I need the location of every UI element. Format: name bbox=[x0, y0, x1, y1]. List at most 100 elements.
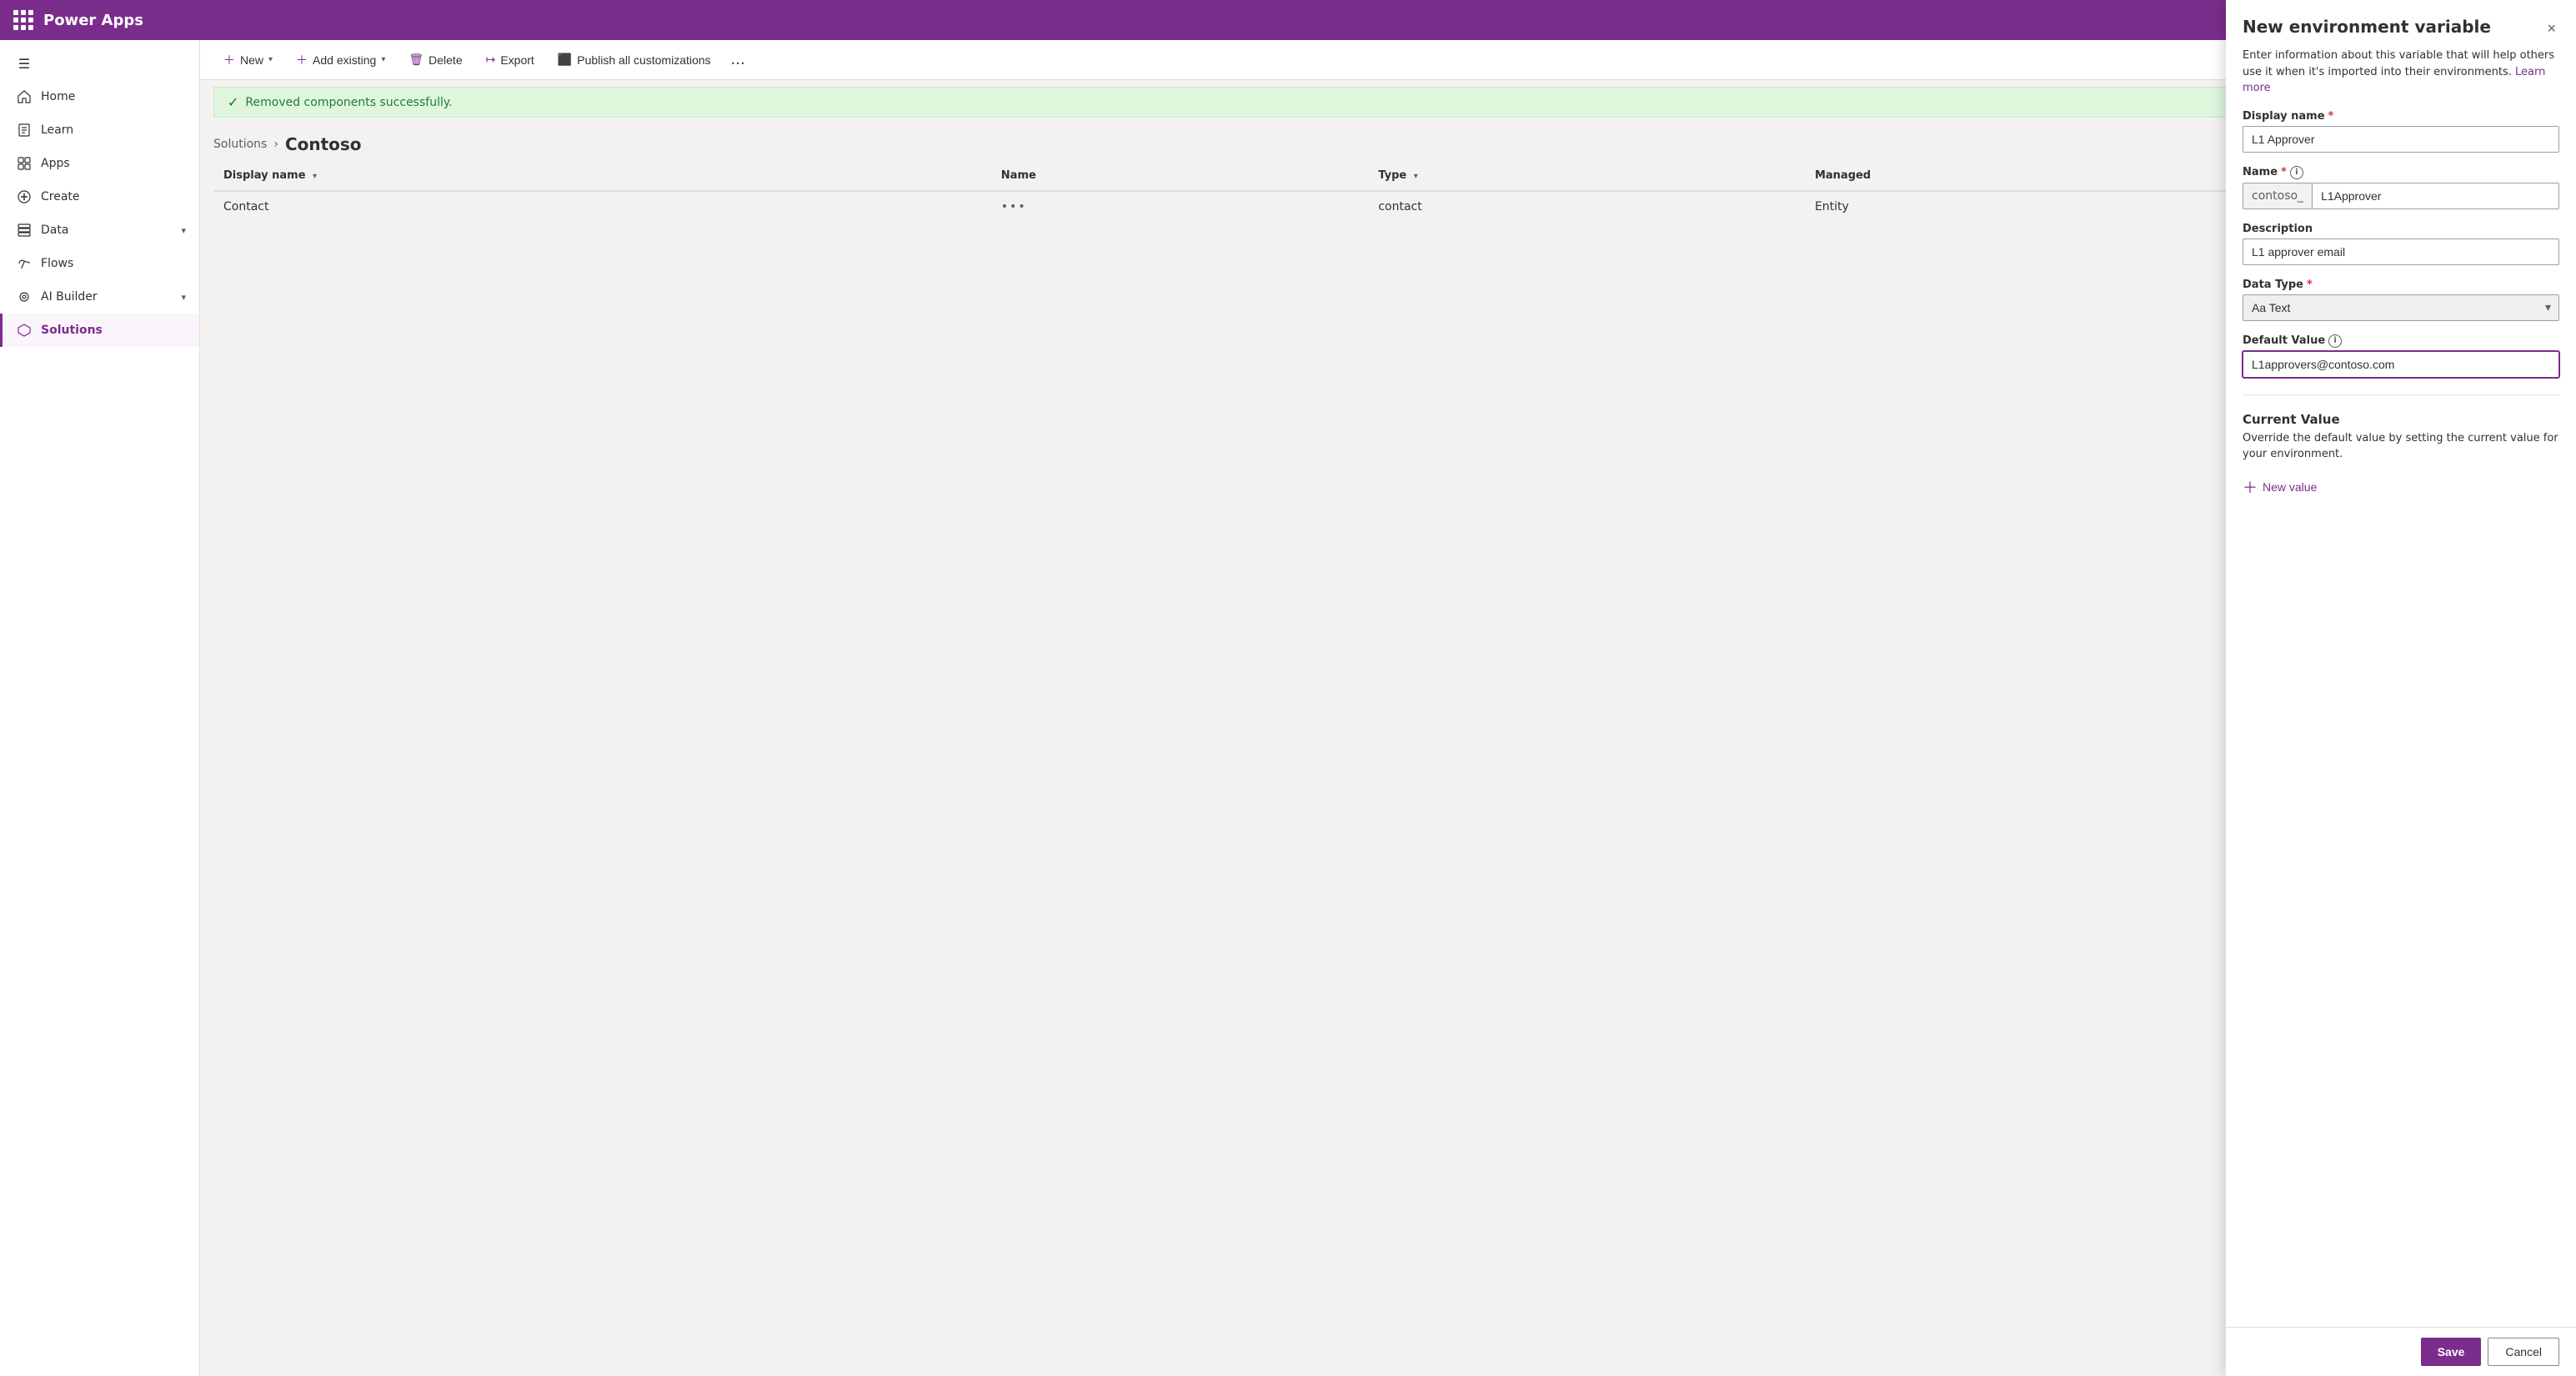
waffle-menu[interactable] bbox=[13, 10, 33, 30]
default-value-input[interactable] bbox=[2243, 351, 2559, 378]
panel-close-button[interactable]: × bbox=[2543, 17, 2559, 41]
description-label: Description bbox=[2243, 223, 2559, 235]
sidebar-item-solutions[interactable]: Solutions bbox=[0, 314, 199, 347]
new-environment-variable-panel: New environment variable × Enter informa… bbox=[2226, 0, 2576, 1376]
breadcrumb-separator: › bbox=[273, 138, 278, 151]
delete-icon: 🗑 bbox=[408, 53, 423, 67]
toolbar: ＋ New ▾ ＋ Add existing ▾ 🗑 Delete ↦ Expo… bbox=[200, 40, 2576, 80]
required-star: * bbox=[2307, 279, 2313, 291]
sidebar-item-label: Create bbox=[41, 190, 80, 203]
export-icon: ↦ bbox=[486, 53, 496, 67]
solutions-table: Display name ▾ Name Type ▾ Managed bbox=[213, 161, 2563, 223]
publish-icon: ⬛ bbox=[558, 53, 572, 67]
sidebar-item-label: Home bbox=[41, 90, 75, 103]
description-field: Description bbox=[2243, 223, 2559, 265]
table-area: Display name ▾ Name Type ▾ Managed bbox=[200, 161, 2576, 1376]
panel-body: Display name * Name * i contoso_ bbox=[2226, 97, 2576, 1328]
name-info-icon[interactable]: i bbox=[2290, 166, 2303, 179]
sidebar-item-ai-builder[interactable]: AI Builder ▾ bbox=[0, 280, 199, 314]
sidebar-item-flows[interactable]: Flows bbox=[0, 247, 199, 280]
breadcrumb-current: Contoso bbox=[285, 134, 362, 154]
description-input[interactable] bbox=[2243, 239, 2559, 265]
breadcrumb-solutions[interactable]: Solutions bbox=[213, 138, 267, 151]
more-button[interactable]: ... bbox=[724, 48, 752, 72]
data-type-select-wrapper: Aa Text Number Boolean JSON Data source … bbox=[2243, 294, 2559, 321]
col-type[interactable]: Type ▾ bbox=[1368, 161, 1805, 191]
current-value-title: Current Value bbox=[2243, 412, 2559, 427]
apps-icon bbox=[16, 155, 33, 172]
add-existing-button[interactable]: ＋ Add existing ▾ bbox=[286, 47, 395, 73]
learn-icon bbox=[16, 122, 33, 138]
data-type-label: Data Type * bbox=[2243, 279, 2559, 291]
display-name-input[interactable] bbox=[2243, 126, 2559, 153]
sidebar-item-label: Learn bbox=[41, 123, 73, 137]
sort-icon: ▾ bbox=[1414, 172, 1418, 181]
name-field-row: contoso_ bbox=[2243, 183, 2559, 209]
sidebar-item-home[interactable]: Home bbox=[0, 80, 199, 113]
delete-button[interactable]: 🗑 Delete bbox=[398, 48, 472, 72]
publish-button[interactable]: ⬛ Publish all customizations bbox=[548, 48, 721, 72]
cell-display-name: Contact bbox=[213, 191, 991, 223]
new-button[interactable]: ＋ New ▾ bbox=[213, 47, 283, 73]
sidebar-item-label: Flows bbox=[41, 257, 73, 270]
panel-header: New environment variable × bbox=[2226, 0, 2576, 41]
panel-description: Enter information about this variable th… bbox=[2226, 41, 2576, 97]
ai-expand-icon: ▾ bbox=[181, 292, 186, 303]
cell-more[interactable]: ••• bbox=[991, 191, 1369, 223]
main-content: ＋ New ▾ ＋ Add existing ▾ 🗑 Delete ↦ Expo… bbox=[200, 40, 2576, 1376]
row-more-icon[interactable]: ••• bbox=[1001, 200, 1027, 213]
name-suffix-input[interactable] bbox=[2313, 183, 2558, 208]
data-icon bbox=[16, 222, 33, 239]
home-icon bbox=[16, 88, 33, 105]
sidebar-collapse-btn[interactable]: ☰ bbox=[0, 47, 199, 80]
display-name-field: Display name * bbox=[2243, 110, 2559, 153]
col-name: Name bbox=[991, 161, 1369, 191]
sidebar-item-label: AI Builder bbox=[41, 290, 98, 304]
solutions-icon bbox=[16, 322, 33, 339]
success-message: Removed components successfully. bbox=[245, 96, 452, 109]
create-icon bbox=[16, 188, 33, 205]
sidebar-item-learn[interactable]: Learn bbox=[0, 113, 199, 147]
new-dropdown-icon: ▾ bbox=[268, 55, 273, 64]
data-type-select[interactable]: Aa Text Number Boolean JSON Data source … bbox=[2243, 294, 2559, 321]
success-check-icon: ✓ bbox=[228, 94, 238, 110]
current-value-description: Override the default value by setting th… bbox=[2243, 430, 2559, 463]
data-type-field: Data Type * Aa Text Number Boolean JSON … bbox=[2243, 279, 2559, 321]
save-button[interactable]: Save bbox=[2421, 1338, 2482, 1366]
add-existing-icon: ＋ bbox=[296, 52, 308, 68]
section-divider bbox=[2243, 394, 2559, 395]
default-value-field: Default Value i bbox=[2243, 334, 2559, 378]
sort-icon: ▾ bbox=[313, 172, 317, 181]
cancel-button[interactable]: Cancel bbox=[2488, 1338, 2559, 1366]
default-value-info-icon[interactable]: i bbox=[2328, 334, 2342, 348]
name-label: Name * i bbox=[2243, 166, 2559, 179]
sidebar-item-data[interactable]: Data ▾ bbox=[0, 213, 199, 247]
required-star: * bbox=[2281, 166, 2287, 178]
sidebar-item-label: Solutions bbox=[41, 324, 103, 337]
flows-icon bbox=[16, 255, 33, 272]
breadcrumb: Solutions › Contoso bbox=[200, 124, 2576, 161]
topbar: Power Apps 🌐 Environment Contoso bbox=[0, 0, 2576, 40]
display-name-label: Display name * bbox=[2243, 110, 2559, 123]
name-prefix: contoso_ bbox=[2243, 183, 2313, 208]
main-layout: ☰ Home Learn Apps Create bbox=[0, 40, 2576, 1376]
sidebar-item-create[interactable]: Create bbox=[0, 180, 199, 213]
plus-icon: ＋ bbox=[223, 52, 235, 68]
table-row: Contact ••• contact Entity 🔒 bbox=[213, 191, 2563, 223]
cell-name: contact bbox=[1368, 191, 1805, 223]
data-expand-icon: ▾ bbox=[181, 225, 186, 236]
hamburger-icon: ☰ bbox=[16, 55, 33, 72]
app-title: Power Apps bbox=[43, 12, 143, 29]
name-field: Name * i contoso_ bbox=[2243, 166, 2559, 209]
new-value-plus-icon: ＋ bbox=[2243, 476, 2258, 498]
sidebar-item-apps[interactable]: Apps bbox=[0, 147, 199, 180]
sidebar: ☰ Home Learn Apps Create bbox=[0, 40, 200, 1376]
ai-builder-icon bbox=[16, 289, 33, 305]
export-button[interactable]: ↦ Export bbox=[476, 48, 544, 72]
panel-footer: Save Cancel bbox=[2226, 1327, 2576, 1376]
col-display-name[interactable]: Display name ▾ bbox=[213, 161, 991, 191]
sidebar-item-label: Data bbox=[41, 223, 68, 237]
current-value-section: Current Value Override the default value… bbox=[2243, 412, 2559, 501]
add-existing-dropdown-icon: ▾ bbox=[381, 55, 385, 64]
new-value-button[interactable]: ＋ New value bbox=[2243, 473, 2317, 501]
